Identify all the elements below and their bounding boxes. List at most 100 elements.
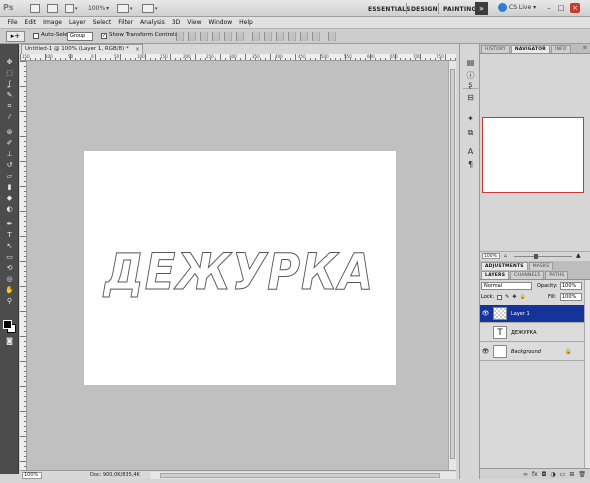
dodge-tool-icon[interactable]: ◐ (4, 205, 15, 214)
fill-field[interactable]: 100% (560, 293, 582, 301)
foreground-color-swatch[interactable] (3, 320, 12, 329)
tab-masks[interactable]: MASKS (528, 262, 554, 270)
eye-icon[interactable]: 👁 (481, 309, 490, 318)
show-transform-checkbox[interactable]: ✓ (101, 33, 107, 39)
workspace-design[interactable]: DESIGN (411, 3, 438, 15)
navigator-preview[interactable] (482, 117, 584, 193)
3d-rotate-tool-icon[interactable]: ⟲ (4, 264, 15, 273)
zoom-in-icon[interactable]: ▲ (576, 252, 581, 259)
more-workspaces-button[interactable]: » (475, 2, 488, 15)
quick-select-tool-icon[interactable]: ✎ (4, 91, 15, 100)
menu-file[interactable]: File (4, 19, 21, 26)
menu-edit[interactable]: Edit (21, 19, 40, 26)
menu-window[interactable]: Window (205, 19, 236, 26)
healing-brush-tool-icon[interactable]: ⊛ (4, 128, 15, 137)
blend-mode-dropdown[interactable]: Normal (481, 282, 532, 290)
layer-row[interactable]: 👁 Background 🔒 (480, 343, 590, 361)
mini-bridge-button[interactable] (47, 3, 58, 14)
mask-icon[interactable]: ◘ (542, 471, 547, 478)
tab-adjustments[interactable]: ADJUSTMENTS (481, 262, 528, 270)
align-right-icon[interactable] (236, 32, 244, 41)
type-tool-icon[interactable]: T (4, 231, 15, 240)
workspace-essentials[interactable]: ESSENTIALS (368, 3, 411, 15)
screen-mode-button[interactable]: ▾ (142, 3, 158, 14)
document-size-info[interactable]: Doc: 900,0K/835,4K (90, 472, 140, 478)
close-document-icon[interactable]: × (135, 45, 140, 54)
history-brush-tool-icon[interactable]: ↺ (4, 161, 15, 170)
menu-view[interactable]: View (184, 19, 205, 26)
vertical-scroll-thumb[interactable] (450, 69, 455, 459)
document-tab[interactable]: Untitled-1 @ 100% (Layer 1, RGB/8) * × (21, 44, 143, 54)
menu-filter[interactable]: Filter (115, 19, 137, 26)
blur-tool-icon[interactable]: ◆ (4, 194, 15, 203)
vertical-ruler[interactable] (20, 61, 27, 470)
shape-tool-icon[interactable]: ▭ (4, 253, 15, 262)
navigator-zoom-field[interactable]: 100% (482, 253, 500, 259)
panel-menu-icon[interactable]: ≡ (583, 45, 587, 51)
menu-select[interactable]: Select (89, 19, 115, 26)
layers-scrollbar[interactable] (584, 280, 590, 468)
auto-select-dropdown[interactable]: Group (67, 32, 93, 41)
zoom-slider-knob[interactable] (534, 254, 538, 259)
zoom-out-icon[interactable]: ▵ (504, 252, 507, 259)
link-icon[interactable]: ∞ (523, 471, 528, 478)
horizontal-scroll-thumb[interactable] (160, 473, 440, 478)
distribute-bottom-icon[interactable] (276, 32, 284, 41)
status-zoom-field[interactable]: 100% (22, 472, 42, 479)
folder-icon[interactable]: ▭ (560, 471, 566, 478)
history-panel-icon[interactable]: ▤ (465, 58, 476, 68)
auto-align-icon[interactable] (328, 32, 336, 41)
menu-layer[interactable]: Layer (65, 19, 89, 26)
layer-row[interactable]: 👁 Layer 1 (480, 305, 590, 323)
eye-icon[interactable] (481, 328, 490, 337)
opacity-field[interactable]: 100% (560, 282, 582, 290)
eyedropper-tool-icon[interactable]: ⁄ (4, 113, 15, 122)
distribute-hcenter-icon[interactable] (300, 32, 308, 41)
tab-channels[interactable]: CHANNELS (510, 271, 545, 279)
pen-tool-icon[interactable]: ✒ (4, 220, 15, 229)
cs-live-button[interactable]: CS Live ▾ (498, 3, 536, 12)
vertical-scrollbar[interactable] (448, 61, 456, 470)
tab-history[interactable]: HISTORY (481, 45, 510, 53)
arrange-documents-button[interactable]: ▾ (117, 3, 133, 14)
eye-icon[interactable]: 👁 (481, 347, 490, 356)
layer-row[interactable]: T ДЕЖУРКА (480, 324, 590, 342)
workspace-painting[interactable]: PAINTING (443, 3, 477, 15)
lasso-tool-icon[interactable]: ʆ (4, 80, 15, 89)
tool-preset-picker[interactable]: ▸+ (6, 31, 25, 42)
trash-icon[interactable]: 🗑 (578, 471, 586, 478)
menu-analysis[interactable]: Analysis (137, 19, 169, 26)
tab-layers[interactable]: LAYERS (481, 271, 510, 279)
horizontal-scrollbar[interactable] (150, 472, 456, 479)
align-hcenter-icon[interactable] (224, 32, 232, 41)
lock-all-icon[interactable]: 🔒 (520, 294, 526, 300)
align-bottom-icon[interactable] (200, 32, 208, 41)
paragraph-panel-icon[interactable]: ¶ (465, 160, 476, 170)
zoom-tool-icon[interactable]: ⚲ (4, 297, 15, 306)
eraser-tool-icon[interactable]: ▱ (4, 172, 15, 181)
maximize-button[interactable]: □ (556, 3, 566, 13)
menu-3d[interactable]: 3D (168, 19, 183, 26)
marquee-tool-icon[interactable]: ⬚ (4, 69, 15, 78)
clone-source-panel-icon[interactable]: ⊟ (465, 93, 476, 103)
bridge-button[interactable] (30, 3, 40, 14)
view-extras-button[interactable]: ▾ (65, 3, 78, 14)
close-button[interactable]: × (570, 3, 580, 13)
clone-stamp-tool-icon[interactable]: ⊥ (4, 150, 15, 159)
align-vcenter-icon[interactable] (188, 32, 196, 41)
horizontal-ruler[interactable]: 150 100 50 0 50 100 150 200 250 300 350 400 450 500 55… (20, 54, 456, 61)
brush-tool-icon[interactable]: ✐ (4, 139, 15, 148)
3d-camera-tool-icon[interactable]: ◎ (4, 275, 15, 284)
tab-navigator[interactable]: NAVIGATOR (510, 45, 550, 53)
distribute-top-icon[interactable] (252, 32, 260, 41)
hand-tool-icon[interactable]: ✋ (4, 286, 15, 295)
distribute-vcenter-icon[interactable] (264, 32, 272, 41)
navigator-zoom-slider[interactable] (514, 254, 572, 259)
distribute-right-icon[interactable] (312, 32, 320, 41)
tab-info[interactable]: INFO (550, 45, 571, 53)
lock-position-icon[interactable]: ✥ (512, 294, 516, 300)
adjustment-icon[interactable]: ◑ (550, 471, 555, 478)
crop-tool-icon[interactable]: ⌗ (4, 102, 15, 111)
tab-paths[interactable]: PATHS (545, 271, 569, 279)
menu-image[interactable]: Image (40, 19, 66, 26)
